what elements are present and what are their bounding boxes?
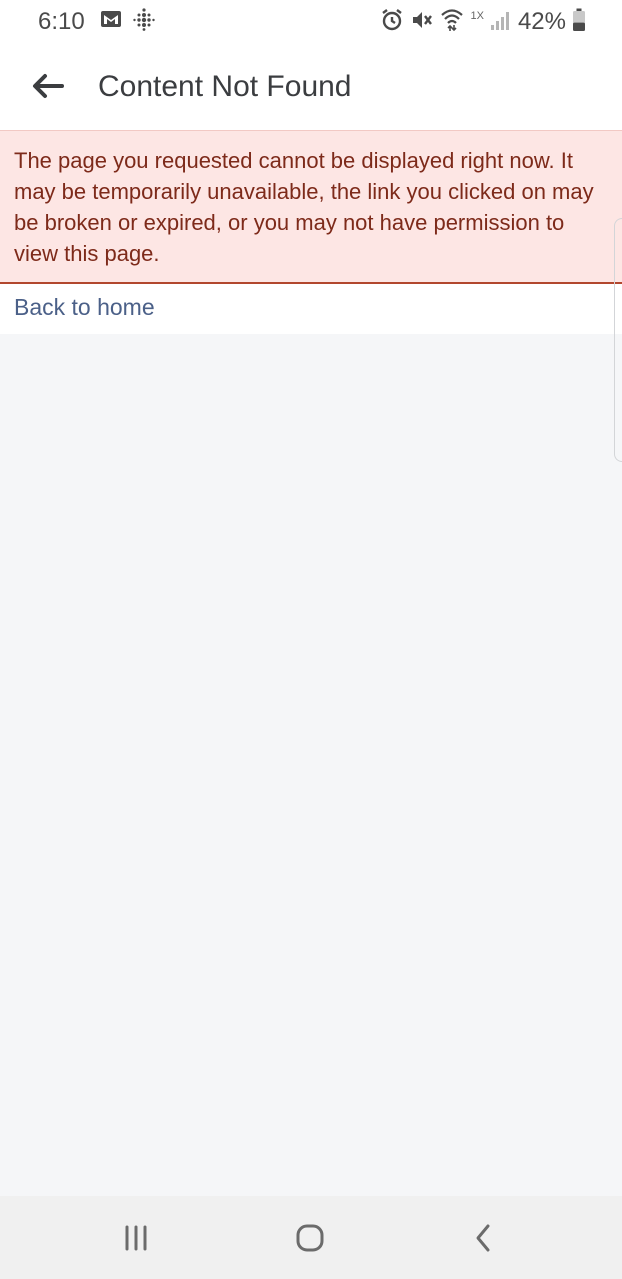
error-message: The page you requested cannot be display… xyxy=(14,148,594,266)
status-system-icons: 1X 42% xyxy=(380,8,586,36)
gmail-icon xyxy=(100,10,122,33)
system-nav-bar xyxy=(0,1196,622,1279)
error-banner: The page you requested cannot be display… xyxy=(0,130,622,284)
alarm-icon xyxy=(380,8,404,37)
signal-icon xyxy=(490,9,512,36)
battery-icon xyxy=(572,8,586,37)
status-notification-icons xyxy=(100,7,156,33)
mute-icon xyxy=(410,8,434,37)
recent-apps-icon[interactable] xyxy=(116,1220,156,1256)
back-icon[interactable] xyxy=(464,1220,504,1256)
network-type-label: 1X xyxy=(470,10,484,22)
page-title: Content Not Found xyxy=(98,70,352,103)
wifi-icon xyxy=(440,7,464,38)
status-bar: 6:10 1X 42% xyxy=(0,0,622,44)
home-icon[interactable] xyxy=(290,1220,330,1256)
battery-percent: 42% xyxy=(517,8,566,35)
fitbit-icon xyxy=(132,7,156,36)
back-arrow-icon[interactable] xyxy=(30,71,66,101)
back-to-home-link[interactable]: Back to home xyxy=(14,294,155,321)
app-header: Content Not Found xyxy=(0,44,622,130)
status-time: 6:10 xyxy=(38,8,85,35)
edge-panel-handle[interactable] xyxy=(614,218,622,462)
home-link-row: Back to home xyxy=(0,284,622,334)
